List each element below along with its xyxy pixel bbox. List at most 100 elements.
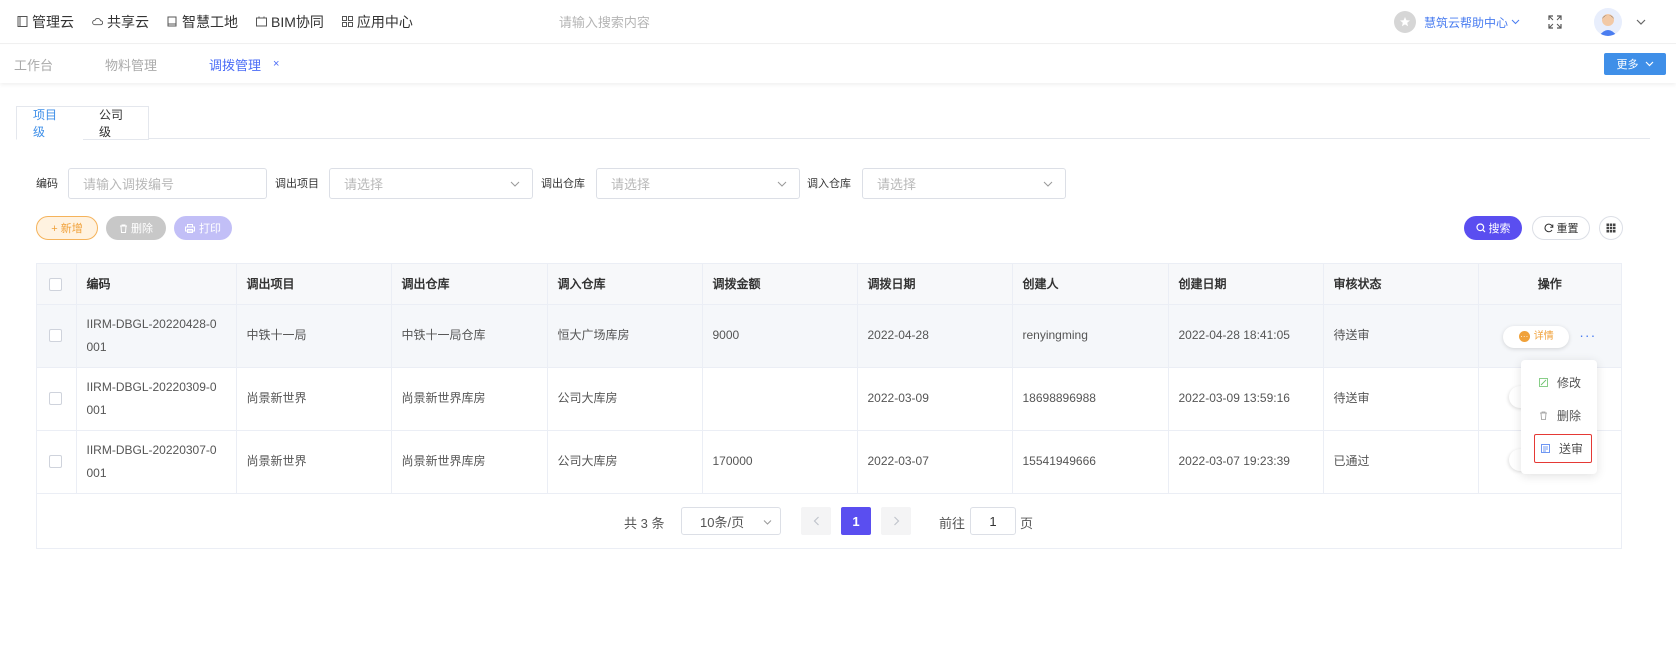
out-project-placeholder: 请选择: [344, 177, 384, 192]
user-avatar[interactable]: [1594, 8, 1622, 36]
nav-shared-cloud[interactable]: 共享云: [92, 12, 149, 32]
tab-material-management[interactable]: 物料管理: [105, 55, 157, 74]
grid-icon: [1606, 223, 1616, 233]
row-select-cell: [37, 304, 77, 368]
goto-page-input[interactable]: 1: [970, 507, 1016, 535]
chevron-down-icon: [1511, 19, 1520, 25]
nav-smart-site[interactable]: 智慧工地: [167, 12, 238, 32]
delete-button[interactable]: 删除: [106, 216, 166, 240]
detail-button[interactable]: ··· 详情: [1503, 325, 1570, 348]
amount-cell: 9000: [702, 304, 858, 368]
created-cell: 2022-04-28 18:41:05: [1168, 304, 1324, 368]
print-button[interactable]: 打印: [174, 216, 232, 240]
more-button[interactable]: 更多: [1604, 53, 1666, 75]
code-line: 001: [86, 465, 107, 480]
nav-label: 应用中心: [356, 13, 413, 30]
delete-menu-item[interactable]: 删除: [1533, 402, 1591, 428]
column-header: 调出项目: [236, 264, 392, 305]
nav-label: 智慧工地: [182, 13, 238, 30]
fullscreen-icon[interactable]: [1548, 15, 1562, 29]
column-header: 审核状态: [1323, 264, 1479, 305]
column-header: 调拨日期: [857, 264, 1013, 305]
detail-icon: ···: [1518, 331, 1530, 342]
out-warehouse-select[interactable]: 请选择: [596, 168, 800, 199]
goto-label: 前往: [939, 516, 966, 531]
prev-page-button[interactable]: [801, 507, 831, 535]
row-checkbox[interactable]: [49, 392, 62, 406]
refresh-icon: [1544, 223, 1553, 233]
out-project-cell: 中铁十一局: [236, 304, 392, 368]
row-checkbox[interactable]: [49, 455, 62, 469]
chevron-down-icon[interactable]: [1636, 17, 1646, 27]
user-avatar-icon: [1594, 8, 1622, 36]
search-icon: [1475, 223, 1485, 233]
chevron-down-icon: [1043, 181, 1053, 187]
table-row[interactable]: IIRM-DBGL-20220307-0 001 尚景新世界 尚景新世界库房 公司…: [37, 430, 1621, 494]
code-input[interactable]: 请输入调拨编号: [68, 168, 267, 199]
reset-button[interactable]: 重置: [1532, 216, 1590, 240]
tab-workbench[interactable]: 工作台: [14, 55, 53, 74]
tab-transfer-management[interactable]: 调拨管理: [209, 55, 261, 74]
level-tabs: 项目级 公司级: [16, 106, 1650, 140]
amount-cell: [702, 367, 858, 431]
chevron-left-icon: [813, 516, 819, 526]
nav-bim[interactable]: BIM协同: [256, 12, 324, 32]
in-warehouse-cell: 恒大广场库房: [547, 304, 703, 368]
code-line: 001: [86, 402, 107, 417]
submit-review-icon: [1541, 444, 1550, 453]
pagination-total: 共 3 条: [624, 516, 665, 531]
nav-label: 管理云: [32, 13, 74, 30]
submit-review-menu-item[interactable]: 送审: [1534, 434, 1592, 463]
next-page-button[interactable]: [881, 507, 911, 535]
column-header: 编码: [76, 264, 237, 305]
page-size-select[interactable]: 10条/页: [681, 507, 781, 535]
code-cell: IIRM-DBGL-20220428-0 001: [76, 304, 237, 368]
nav-management-cloud[interactable]: 管理云: [17, 12, 74, 32]
edit-menu-item[interactable]: 修改: [1533, 369, 1591, 395]
reset-button-label: 重置: [1556, 223, 1579, 235]
more-actions-icon[interactable]: ···: [1579, 324, 1596, 347]
out-project-cell: 尚景新世界: [236, 430, 392, 494]
search-button[interactable]: 搜索: [1464, 216, 1522, 240]
pagination: 共 3 条 10条/页 1 前往 1 页: [0, 507, 1676, 535]
page-unit-label: 页: [1020, 516, 1034, 531]
code-line: IIRM-DBGL-20220307-0: [86, 442, 217, 457]
tab-project-level[interactable]: 项目级: [16, 106, 84, 140]
select-all-checkbox[interactable]: [49, 277, 62, 291]
in-warehouse-select[interactable]: 请选择: [862, 168, 1066, 199]
nav-app-center[interactable]: 应用中心: [341, 12, 413, 32]
printer-icon: [185, 223, 195, 233]
tab-company-level[interactable]: 公司级: [83, 106, 149, 140]
help-center-link[interactable]: 慧筑云帮助中心: [1424, 14, 1520, 31]
table-header-row: 编码 调出项目 调出仓库 调入仓库 调拨金额 调拨日期 创建人 创建日期 审核状…: [37, 264, 1621, 305]
building-icon: [167, 16, 177, 27]
add-button[interactable]: + 新增: [36, 216, 98, 240]
submit-review-menu-label: 送审: [1559, 442, 1584, 456]
in-warehouse-cell: 公司大库房: [547, 367, 703, 431]
in-warehouse-cell: 公司大库房: [547, 430, 703, 494]
close-icon[interactable]: ×: [273, 58, 279, 70]
edit-menu-label: 修改: [1557, 375, 1582, 390]
trash-icon: [1540, 411, 1547, 420]
column-header: 调出仓库: [391, 264, 548, 305]
row-select-cell: [37, 367, 77, 431]
column-settings-button[interactable]: [1599, 216, 1623, 240]
global-search-input[interactable]: 请输入搜索内容: [559, 12, 650, 31]
table-row[interactable]: IIRM-DBGL-20220309-0 001 尚景新世界 尚景新世界库房 公司…: [37, 367, 1621, 431]
created-cell: 2022-03-09 13:59:16: [1168, 367, 1324, 431]
help-center-avatar: [1393, 11, 1416, 33]
creator-cell: 18698896988: [1012, 367, 1169, 431]
trash-icon: [120, 224, 127, 233]
out-warehouse-cell: 尚景新世界库房: [391, 430, 548, 494]
out-project-select[interactable]: 请选择: [329, 168, 533, 199]
status-cell: 待送审: [1323, 367, 1479, 431]
out-project-label: 调出项目: [275, 178, 319, 190]
status-cell: 已通过: [1323, 430, 1479, 494]
page-number-button[interactable]: 1: [841, 507, 871, 535]
cloud-icon: [92, 17, 103, 26]
table-row[interactable]: IIRM-DBGL-20220428-0 001 中铁十一局 中铁十一局仓库 恒大…: [37, 304, 1621, 368]
column-header: 创建日期: [1168, 264, 1324, 305]
in-warehouse-placeholder: 请选择: [877, 177, 917, 192]
top-navbar: 管理云 共享云 智慧工地 BIM协同 应用中心 请输入搜索内容 慧筑云帮助中心: [0, 0, 1676, 44]
row-checkbox[interactable]: [49, 329, 62, 343]
